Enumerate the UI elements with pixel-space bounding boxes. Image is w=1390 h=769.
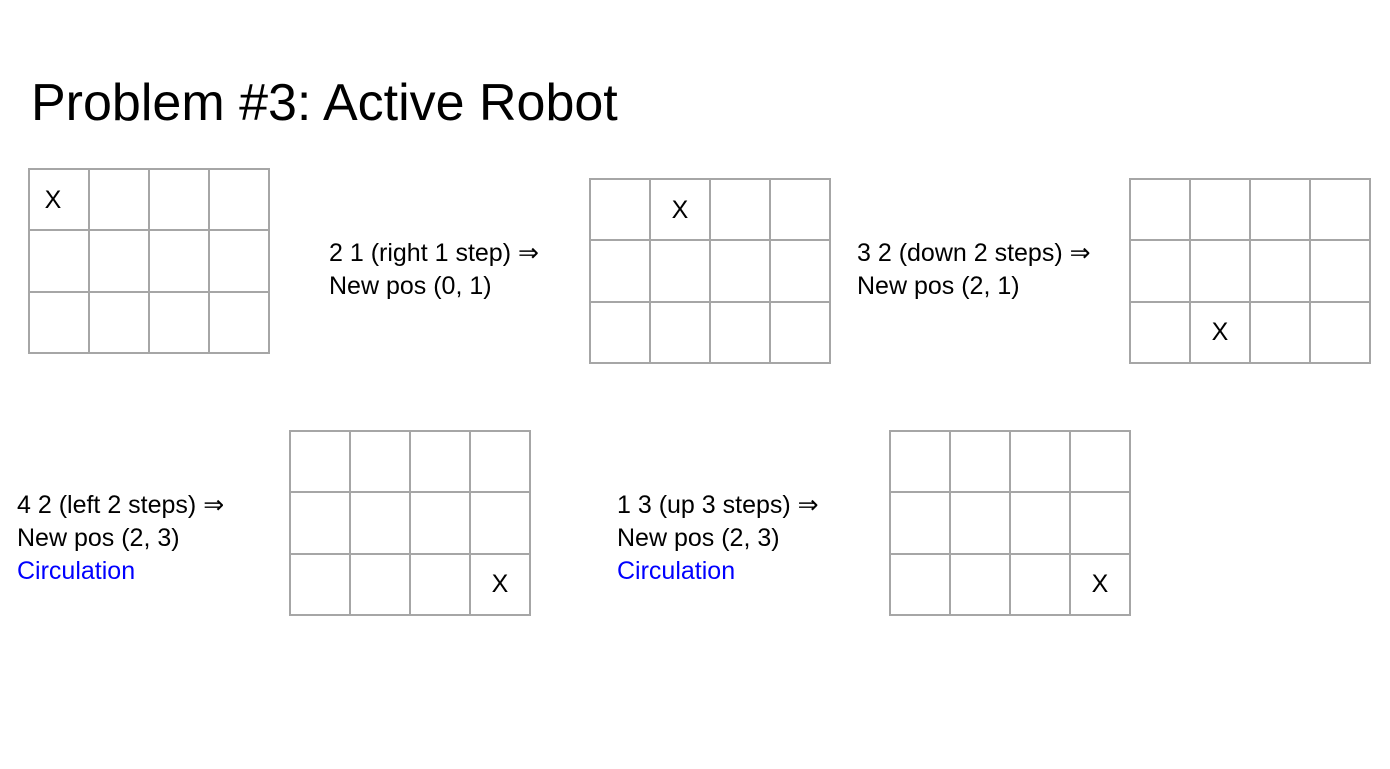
grid-cell-1-2 [1251, 241, 1311, 303]
grid-cell-1-0 [1131, 241, 1191, 303]
grid-cell-0-0 [591, 180, 651, 242]
grid-cell-1-3 [471, 493, 531, 555]
grid-cell-2-2 [1251, 302, 1311, 364]
grid-cell-2-1 [951, 554, 1011, 616]
grid-cell-0-1 [90, 170, 150, 232]
grid-cell-0-1 [951, 432, 1011, 494]
grid-cell-2-1: X [1191, 302, 1251, 364]
step-note: Circulation [617, 557, 736, 585]
grid-cell-2-0 [30, 292, 90, 354]
grid-cell-2-3 [210, 292, 270, 354]
step-result: New pos (2, 1) [857, 272, 1020, 300]
step-2-annotation: 3 2 (down 2 steps) ⇒ New pos (2, 1) [857, 237, 1091, 303]
step-4-annotation: 1 3 (up 3 steps) ⇒ New pos (2, 3) Circul… [617, 489, 819, 588]
grid-cell-1-3 [210, 231, 270, 293]
grid-cell-0-0 [291, 432, 351, 494]
grid-cell-0-3 [1071, 432, 1131, 494]
grid-cell-0-2 [711, 180, 771, 242]
grid-cell-2-0 [1131, 302, 1191, 364]
grid-cell-2-3: X [471, 554, 531, 616]
grid-cell-1-0 [591, 241, 651, 303]
grid-cell-2-2 [150, 292, 210, 354]
grid-cell-0-0 [1131, 180, 1191, 242]
grid-cell-1-2 [411, 493, 471, 555]
grid-cell-2-2 [411, 554, 471, 616]
grid-cell-1-2 [1011, 493, 1071, 555]
grid-after-step-4: X [889, 430, 1131, 616]
grid-cell-0-2 [1011, 432, 1071, 494]
grid-after-step-2: X [1129, 178, 1371, 364]
grid-cell-0-2 [1251, 180, 1311, 242]
step-result: New pos (2, 3) [617, 524, 780, 552]
robot-marker: X [491, 570, 509, 599]
grid-cell-1-1 [651, 241, 711, 303]
step-command: 3 2 (down 2 steps) ⇒ [857, 239, 1091, 267]
grid-cell-2-1 [351, 554, 411, 616]
grid-cell-1-0 [891, 493, 951, 555]
grid-cell-1-1 [351, 493, 411, 555]
grid-cell-2-3 [1311, 302, 1371, 364]
grid-cell-2-0 [891, 554, 951, 616]
grid-cell-0-0: X [30, 170, 90, 232]
grid-cell-1-3 [1071, 493, 1131, 555]
grid-cell-2-0 [291, 554, 351, 616]
grid-cell-2-1 [651, 302, 711, 364]
grid-cell-0-3 [771, 180, 831, 242]
step-result: New pos (2, 3) [17, 524, 180, 552]
grid-cell-1-1 [90, 231, 150, 293]
grid-after-step-1: X [589, 178, 831, 364]
grid-cell-1-2 [711, 241, 771, 303]
grid-cell-1-1 [1191, 241, 1251, 303]
grid-cell-2-1 [90, 292, 150, 354]
grid-cell-1-1 [951, 493, 1011, 555]
grid-cell-0-3 [1311, 180, 1371, 242]
grid-cell-0-0 [891, 432, 951, 494]
robot-marker: X [1211, 318, 1229, 347]
grid-cell-0-1: X [651, 180, 711, 242]
step-command: 4 2 (left 2 steps) ⇒ [17, 491, 225, 519]
grid-cell-2-2 [1011, 554, 1071, 616]
grid-cell-0-2 [411, 432, 471, 494]
grid-cell-0-1 [351, 432, 411, 494]
grid-cell-1-2 [150, 231, 210, 293]
slide-title: Problem #3: Active Robot [31, 74, 618, 132]
robot-marker: X [1091, 570, 1109, 599]
grid-cell-0-2 [150, 170, 210, 232]
robot-marker: X [44, 185, 62, 214]
robot-marker: X [671, 195, 689, 224]
grid-cell-1-0 [291, 493, 351, 555]
grid-cell-1-3 [771, 241, 831, 303]
grid-initial: X [28, 168, 270, 354]
step-command: 1 3 (up 3 steps) ⇒ [617, 491, 819, 519]
grid-cell-2-0 [591, 302, 651, 364]
grid-cell-0-3 [210, 170, 270, 232]
step-1-annotation: 2 1 (right 1 step) ⇒ New pos (0, 1) [329, 237, 539, 303]
grid-cell-2-3: X [1071, 554, 1131, 616]
grid-cell-2-3 [771, 302, 831, 364]
step-note: Circulation [17, 557, 136, 585]
grid-cell-2-2 [711, 302, 771, 364]
grid-cell-1-0 [30, 231, 90, 293]
grid-cell-0-3 [471, 432, 531, 494]
step-result: New pos (0, 1) [329, 272, 492, 300]
step-command: 2 1 (right 1 step) ⇒ [329, 239, 539, 267]
grid-cell-1-3 [1311, 241, 1371, 303]
grid-cell-0-1 [1191, 180, 1251, 242]
grid-after-step-3: X [289, 430, 531, 616]
step-3-annotation: 4 2 (left 2 steps) ⇒ New pos (2, 3) Circ… [17, 489, 224, 588]
